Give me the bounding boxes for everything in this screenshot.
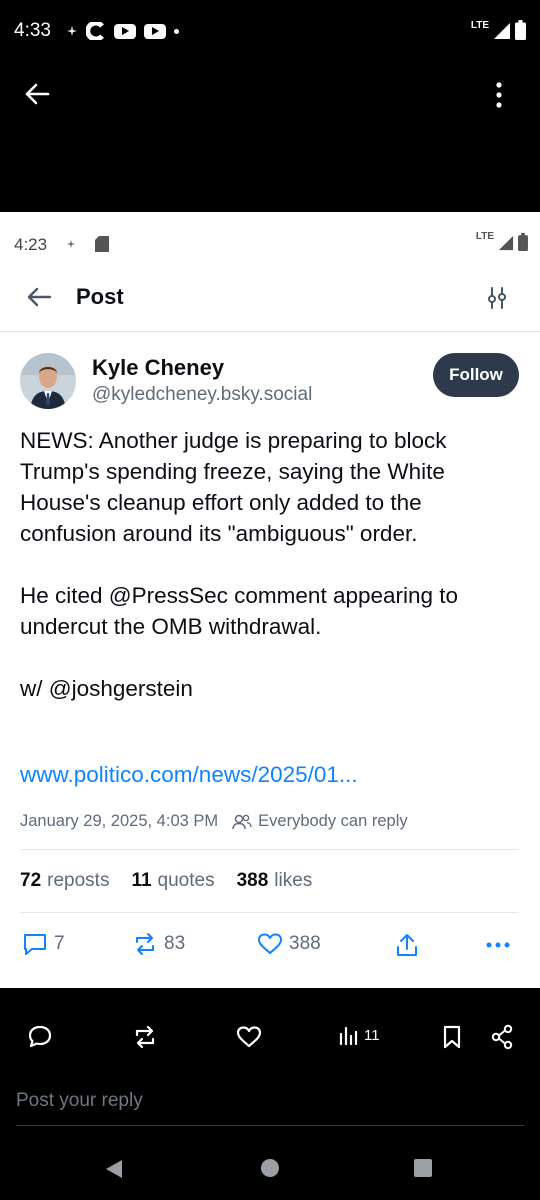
youtube-icon: [144, 23, 166, 39]
divider: [20, 849, 519, 850]
network-type-label: LTE: [470, 20, 489, 31]
outer-app-bar: [0, 64, 540, 212]
avatar-photo: [20, 353, 76, 409]
filter-settings-icon[interactable]: [486, 286, 508, 310]
divider: [20, 912, 519, 913]
nav-back-icon[interactable]: [104, 1158, 124, 1180]
views-count: 11: [364, 1026, 380, 1044]
repost-icon[interactable]: [132, 1024, 158, 1050]
bar-chart-icon: [339, 1026, 358, 1046]
post-meta: January 29, 2025, 4:03 PM Everybody can …: [20, 812, 520, 831]
nav-recents-icon[interactable]: [413, 1158, 433, 1178]
system-nav-bar: [0, 1140, 540, 1200]
heart-icon[interactable]: [236, 1024, 262, 1050]
avatar[interactable]: [20, 353, 76, 409]
quotes-label[interactable]: quotes: [158, 870, 215, 892]
post-link[interactable]: www.politico.com/news/2025/01...: [20, 762, 358, 788]
outer-post-toolbar: 11: [0, 1014, 540, 1064]
comment-icon[interactable]: [27, 1024, 53, 1050]
heart-icon: [258, 933, 282, 954]
youtube-icon: [114, 23, 136, 39]
more-vert-icon[interactable]: [494, 82, 504, 108]
post-timestamp: January 29, 2025, 4:03 PM: [20, 812, 219, 830]
like-button[interactable]: 388: [257, 932, 321, 956]
comment-icon: [24, 934, 46, 955]
outer-status-time: 4:33: [14, 20, 51, 41]
sparkle-icon: [67, 26, 77, 36]
share-icon[interactable]: [490, 1024, 514, 1050]
sd-card-icon: [95, 236, 109, 252]
bookmark-icon[interactable]: [441, 1024, 463, 1050]
back-arrow-icon[interactable]: [24, 82, 50, 106]
reply-button[interactable]: 7: [22, 932, 65, 956]
battery-icon: [518, 233, 528, 251]
network-type-label: LTE: [475, 231, 494, 242]
signal-icon: [494, 23, 510, 39]
likes-count[interactable]: 388: [237, 870, 269, 892]
post-stats: 72 reposts 11 quotes 388 likes: [20, 870, 334, 892]
sparkle-icon: [66, 239, 76, 249]
back-arrow-icon[interactable]: [26, 286, 52, 308]
author-name[interactable]: Kyle Cheney: [92, 355, 224, 381]
inner-status-time: 4:23: [14, 235, 48, 254]
likes-label[interactable]: likes: [274, 870, 312, 892]
repost-count: 83: [164, 933, 186, 954]
quotes-count[interactable]: 11: [131, 870, 151, 892]
reply-count: 7: [54, 933, 65, 954]
repost-button[interactable]: 83: [132, 932, 185, 956]
post-header: Post: [0, 270, 540, 332]
views-button[interactable]: 11: [338, 1024, 380, 1046]
page-title: Post: [76, 284, 124, 309]
signal-icon: [498, 235, 514, 251]
post-text: NEWS: Another judge is preparing to bloc…: [20, 428, 459, 701]
notification-icons: [66, 22, 179, 40]
reply-setting-label[interactable]: Everybody can reply: [258, 812, 408, 831]
author-handle[interactable]: @kyledcheney.bsky.social: [92, 384, 312, 406]
post-actions: 7 83 388: [0, 924, 540, 964]
more-horizontal-icon[interactable]: [486, 942, 510, 948]
follow-button[interactable]: Follow: [433, 353, 519, 397]
more-notifications-dot-icon: [174, 28, 179, 34]
system-icons: LTE: [471, 20, 526, 40]
repost-icon: [136, 933, 154, 955]
reposts-label[interactable]: reposts: [47, 870, 109, 892]
reposts-count[interactable]: 72: [20, 870, 41, 892]
battery-icon: [515, 20, 526, 40]
share-icon[interactable]: [395, 932, 419, 958]
people-icon: [232, 814, 252, 829]
embedded-screenshot: 4:23 LTE Post Kyle Cheney @kyledcheney.b…: [0, 212, 540, 988]
outer-status-bar: 4:33 LTE: [0, 0, 540, 64]
inner-system-icons: LTE: [476, 232, 528, 251]
c-app-icon: [86, 22, 104, 40]
reply-input[interactable]: Post your reply: [16, 1090, 143, 1112]
reply-input-underline: [16, 1125, 524, 1126]
like-count: 388: [289, 933, 321, 954]
nav-home-icon[interactable]: [260, 1158, 280, 1178]
